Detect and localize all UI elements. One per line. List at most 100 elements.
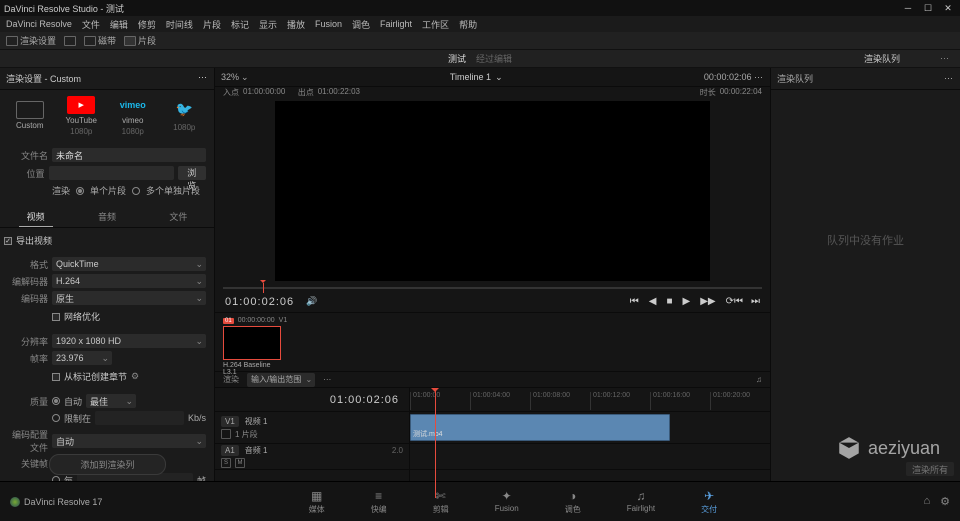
loop-icon[interactable]: ⟳ <box>726 296 734 307</box>
range-duration: 00:00:22:04 <box>720 87 762 101</box>
maximize-button[interactable]: ☐ <box>920 3 936 14</box>
track-a1-mute[interactable]: M <box>235 458 245 468</box>
chapter-check[interactable] <box>52 373 60 381</box>
codec-select[interactable]: H.264 <box>52 274 206 288</box>
viewer-canvas[interactable] <box>275 101 710 281</box>
step-back-icon[interactable]: ◀ <box>649 296 657 307</box>
stop-icon[interactable]: ■ <box>666 296 672 307</box>
resolve-logo-icon <box>10 497 20 507</box>
profile-select[interactable]: 自动 <box>52 434 206 448</box>
panel-toggle-4[interactable]: 片段 <box>124 34 156 47</box>
tl-audio-icon[interactable]: ♫ <box>756 375 762 384</box>
tab-video[interactable]: 视频 <box>19 207 53 227</box>
timeline-name[interactable]: Timeline 1 ⌄ <box>450 72 503 83</box>
tl-toolbar-options-icon[interactable]: ⋯ <box>323 375 332 384</box>
quality-auto-radio[interactable] <box>52 397 60 405</box>
zoom-select[interactable]: 32% ⌄ <box>221 72 249 83</box>
tabbar-options-icon[interactable]: ⋯ <box>940 53 950 64</box>
encoder-select[interactable]: 原生 <box>52 291 206 305</box>
track-header-a1[interactable]: A1音频 12.0 S M <box>215 444 409 470</box>
menu-修剪[interactable]: 修剪 <box>138 18 156 31</box>
track-lane-v1[interactable]: 测试.mp4 <box>410 412 770 444</box>
menu-片段[interactable]: 片段 <box>203 18 221 31</box>
timeline-ruler[interactable]: 01:00:0001:00:04:0001:00:08:0001:00:12:0… <box>410 388 770 412</box>
menu-DaVinci Resolve[interactable]: DaVinci Resolve <box>6 19 72 29</box>
menu-播放[interactable]: 播放 <box>287 18 305 31</box>
page-剪辑[interactable]: ✄剪辑 <box>425 487 457 517</box>
project-name: 测试 <box>448 52 466 65</box>
goto-start-icon[interactable]: ⏮ <box>630 296 639 307</box>
resolution-select[interactable]: 1920 x 1080 HD <box>52 334 206 348</box>
home-icon[interactable]: ⌂ <box>923 495 930 508</box>
render-queue-toggle[interactable]: 渲染队列 <box>864 52 900 65</box>
page-Fusion[interactable]: ✦Fusion <box>487 487 527 517</box>
page-调色[interactable]: ◑调色 <box>557 487 589 517</box>
menu-调色[interactable]: 调色 <box>352 18 370 31</box>
menu-标记[interactable]: 标记 <box>231 18 249 31</box>
close-button[interactable]: ✕ <box>940 3 956 14</box>
panel-options-icon[interactable]: ⋯ <box>198 72 208 85</box>
multi-clip-radio[interactable] <box>132 187 140 195</box>
bitrate-input[interactable] <box>95 411 184 425</box>
window-title: DaVinci Resolve Studio - 测试 <box>4 2 124 15</box>
track-v1-toggle[interactable] <box>221 429 231 439</box>
menu-显示[interactable]: 显示 <box>259 18 277 31</box>
chapter-settings-icon[interactable]: ⚙ <box>131 371 139 382</box>
panel-toggle-3[interactable]: 磁带 <box>84 34 116 47</box>
tab-file[interactable]: 文件 <box>161 207 195 227</box>
play-icon[interactable]: ▶ <box>683 296 691 307</box>
preset-twitter[interactable]: 🐦1080p <box>159 101 211 132</box>
track-header-v1[interactable]: V1视频 1 1 片段 <box>215 412 409 444</box>
netopt-check[interactable] <box>52 313 60 321</box>
clip-thumbnail[interactable] <box>223 326 281 360</box>
preset-vimeo[interactable]: vimeovimeo1080p <box>107 96 159 136</box>
filename-input[interactable] <box>52 148 206 162</box>
project-settings-icon[interactable]: ⚙ <box>940 495 950 508</box>
menu-Fairlight[interactable]: Fairlight <box>380 19 412 29</box>
menu-工作区[interactable]: 工作区 <box>422 18 449 31</box>
track-a1-solo[interactable]: S <box>221 458 231 468</box>
ui-toolbar: 渲染设置 磁带 片段 <box>0 32 960 50</box>
panel-toggle-1[interactable]: 渲染设置 <box>6 34 56 47</box>
menu-编辑[interactable]: 编辑 <box>110 18 128 31</box>
fps-select[interactable]: 23.976 <box>52 351 112 365</box>
window-titlebar: DaVinci Resolve Studio - 测试 ─ ☐ ✕ <box>0 0 960 16</box>
browse-button[interactable]: 浏览 <box>178 166 206 180</box>
preset-YouTube[interactable]: YouTube1080p <box>56 96 108 136</box>
single-clip-radio[interactable] <box>76 187 84 195</box>
menu-时间线[interactable]: 时间线 <box>166 18 193 31</box>
page-Fairlight[interactable]: ♫Fairlight <box>619 487 663 517</box>
add-to-queue-button[interactable]: 添加到渲染列 <box>49 454 165 475</box>
render-range-select[interactable]: 输入/输出范围 <box>247 373 315 387</box>
timeline-clip[interactable]: 测试.mp4 <box>410 414 670 441</box>
menu-文件[interactable]: 文件 <box>82 18 100 31</box>
page-交付[interactable]: ✈交付 <box>693 487 725 517</box>
track-lane-a1[interactable] <box>410 444 770 470</box>
render-queue-options-icon[interactable]: ⋯ <box>944 73 954 84</box>
render-label: 渲染 <box>52 184 70 197</box>
format-select[interactable]: QuickTime <box>52 257 206 271</box>
menu-帮助[interactable]: 帮助 <box>459 18 477 31</box>
menubar: DaVinci Resolve 文件编辑修剪时间线片段标记显示播放 Fusion 调色… <box>0 16 960 32</box>
playhead[interactable] <box>435 388 436 498</box>
quality-limit-radio[interactable] <box>52 414 60 422</box>
page-媒体[interactable]: ▦媒体 <box>301 487 333 517</box>
render-all-button[interactable]: 渲染所有 <box>906 462 954 476</box>
next-edit-icon[interactable]: ⏭ <box>751 296 760 307</box>
page-快编[interactable]: ≡快编 <box>363 487 395 517</box>
chevron-down-icon: ⌄ <box>495 72 503 83</box>
mute-icon[interactable]: 🔊 <box>306 296 317 307</box>
minimize-button[interactable]: ─ <box>900 3 916 14</box>
prev-edit-icon[interactable]: ⏮ <box>734 296 743 307</box>
step-fwd-icon[interactable]: ▶▶ <box>700 296 715 307</box>
clip-item[interactable]: 0100:00:00:00V1 H.264 Baseline L3.1 <box>223 317 283 376</box>
export-video-check[interactable] <box>4 237 12 245</box>
menu-Fusion[interactable]: Fusion <box>315 19 342 29</box>
panel-toggle-2[interactable] <box>64 36 76 46</box>
preset-Custom[interactable]: Custom <box>4 101 56 132</box>
location-input[interactable] <box>49 166 174 180</box>
viewer-scrubber[interactable] <box>223 283 762 292</box>
tab-audio[interactable]: 音频 <box>90 207 124 227</box>
viewer-options-icon[interactable]: ⋯ <box>754 72 764 82</box>
quality-best-select[interactable]: 最佳 <box>86 394 136 408</box>
